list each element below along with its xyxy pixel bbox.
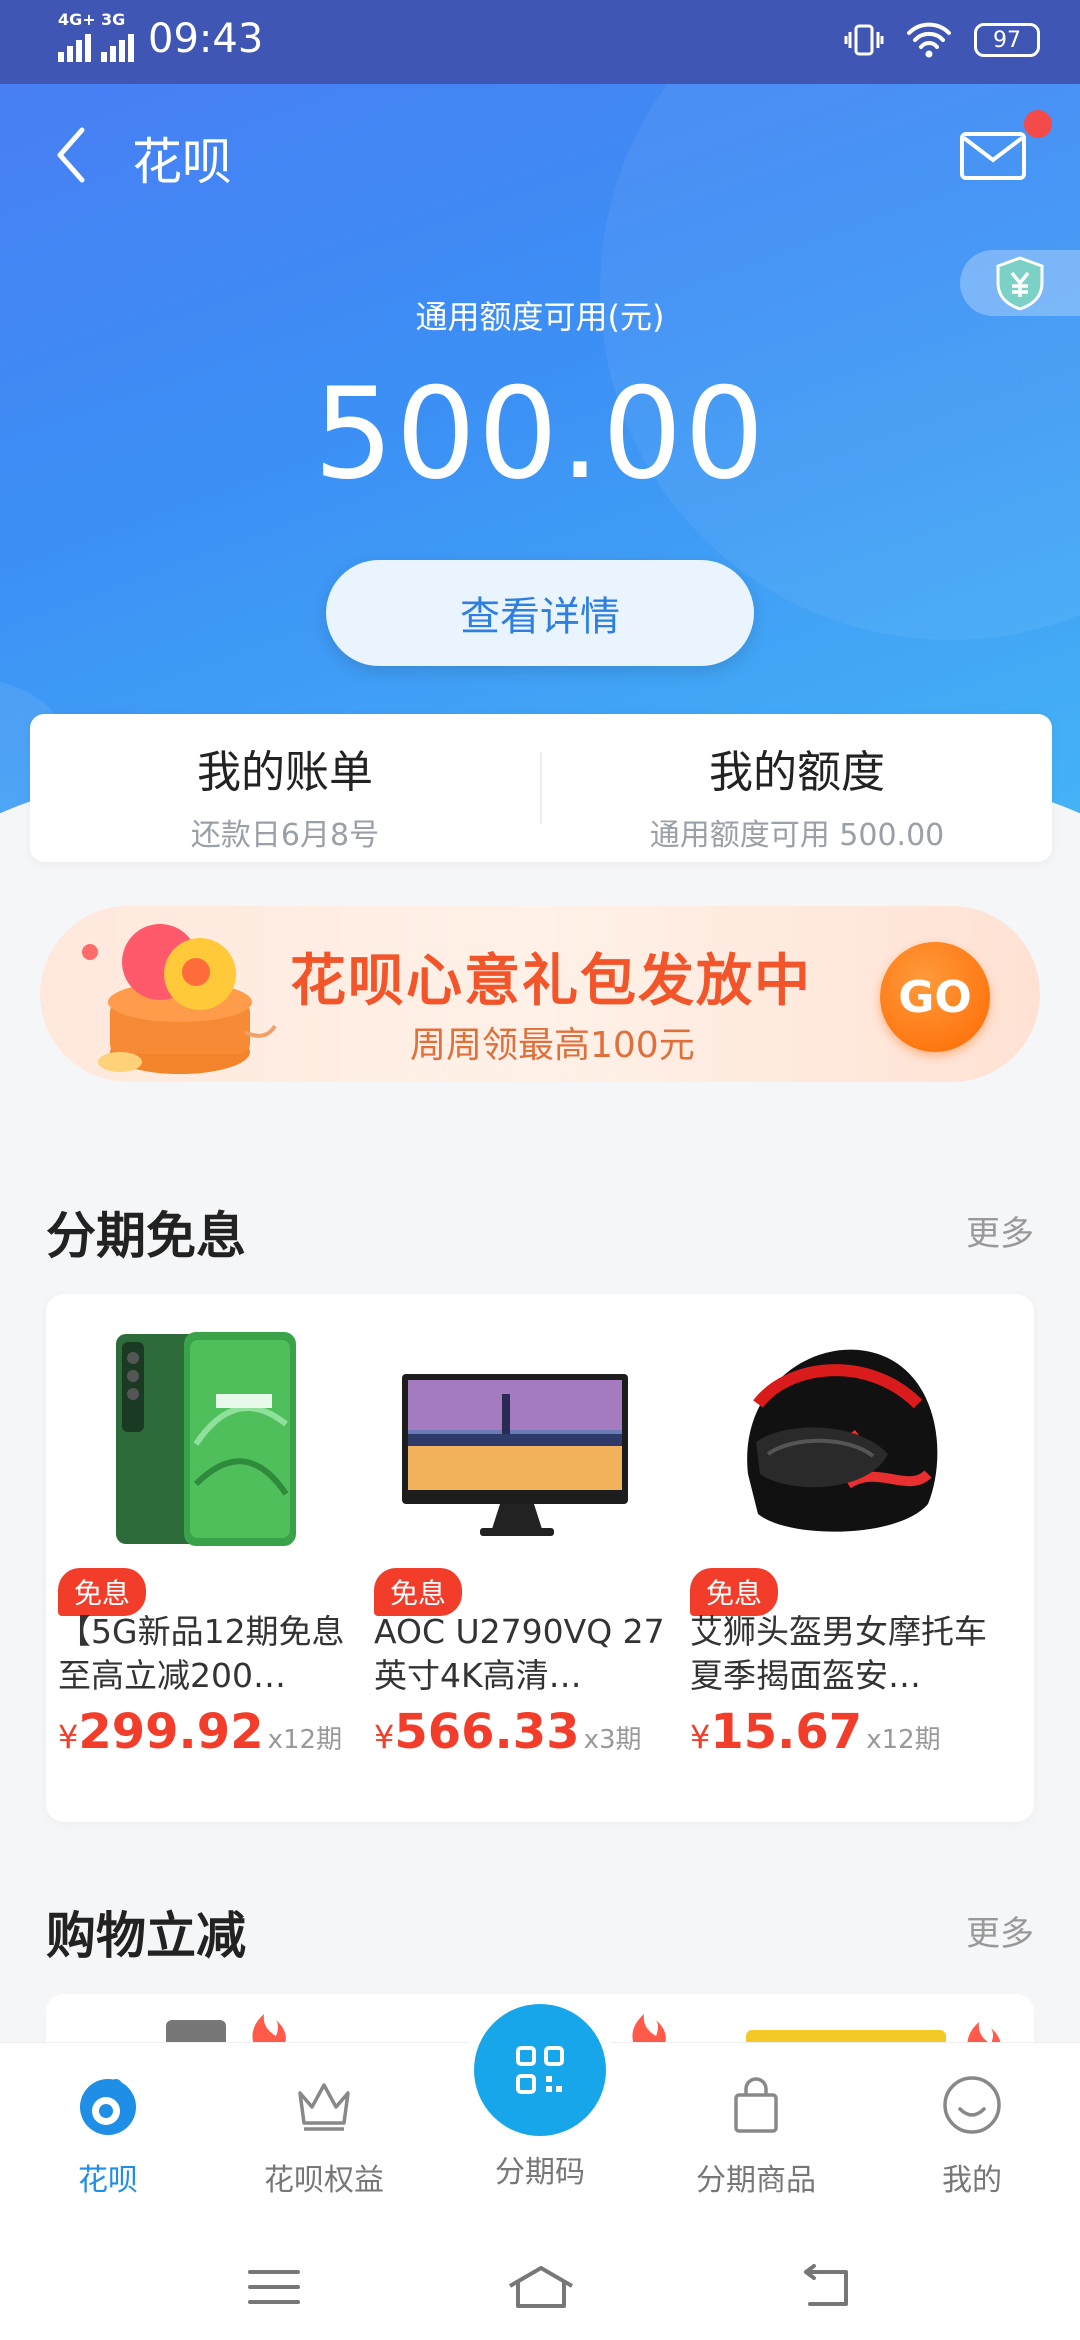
more-link-discount[interactable]: 更多 xyxy=(966,1906,1034,1955)
product-name: 艾狮头盔男女摩托车夏季揭面盔安… xyxy=(690,1612,987,1695)
monitor-image xyxy=(402,1374,628,1536)
product-card-list: 免息 【5G新品12期免息 至高立减200… ¥299.92 x12期 免息 AO… xyxy=(46,1294,1034,1822)
section-title-discount: 购物立减 xyxy=(46,1907,246,1965)
product-name: AOC U2790VQ 27英寸4K高清… xyxy=(374,1612,665,1695)
credit-label: 通用额度可用(元) xyxy=(415,298,665,336)
product-item[interactable]: 免息 艾狮头盔男女摩托车夏季揭面盔安… ¥15.67 x12期 xyxy=(678,1294,988,1822)
my-quota[interactable]: 我的额度 通用额度可用 500.00 xyxy=(542,714,1052,862)
system-navigation-bar xyxy=(0,2222,1080,2340)
gift-box-icon xyxy=(82,924,277,1074)
interest-free-badge: 免息 xyxy=(690,1568,779,1616)
top-bar: 花呗 xyxy=(0,100,1080,210)
product-price: ¥566.33 x3期 xyxy=(374,1704,642,1760)
more-link-installment[interactable]: 更多 xyxy=(966,1206,1034,1255)
my-bill[interactable]: 我的账单 还款日6月8号 xyxy=(30,714,540,862)
section-title-installment: 分期免息 xyxy=(46,1207,246,1265)
interest-free-badge: 免息 xyxy=(58,1568,147,1616)
tab-benefits[interactable]: 花呗权益 xyxy=(216,2073,432,2199)
available-amount: 500.00 xyxy=(313,360,767,507)
product-name: 【5G新品12期免息 至高立减200… xyxy=(58,1612,345,1695)
banner-title: 花呗心意礼包发放中 xyxy=(290,949,812,1014)
vibrate-icon xyxy=(844,24,884,56)
helmet-image xyxy=(747,1349,938,1532)
banner-subtitle: 周周领最高100元 xyxy=(410,1025,695,1066)
product-item[interactable]: 免息 【5G新品12期免息 至高立减200… ¥299.92 x12期 xyxy=(46,1294,356,1822)
qr-code-icon xyxy=(516,2046,564,2094)
back-nav-icon[interactable] xyxy=(796,2262,856,2312)
summary-card: 我的账单 还款日6月8号 我的额度 通用额度可用 500.00 xyxy=(30,714,1052,862)
promo-banner[interactable]: 花呗心意礼包发放中 周周领最高100元 GO xyxy=(40,906,1040,1082)
notification-dot xyxy=(1024,110,1052,138)
installment-code-button[interactable] xyxy=(474,2004,606,2136)
phone-image xyxy=(116,1332,296,1546)
interest-free-badge: 免息 xyxy=(374,1568,463,1616)
product-price: ¥15.67 x12期 xyxy=(690,1704,941,1760)
clock: 09:43 xyxy=(148,16,264,62)
signal-icon: 4G+ 3G xyxy=(58,10,134,62)
page-title: 花呗 xyxy=(132,133,232,191)
wifi-icon xyxy=(907,22,951,58)
tab-mine[interactable]: 我的 xyxy=(864,2073,1080,2199)
tab-huabei[interactable]: 花呗 xyxy=(0,2073,216,2199)
battery-icon: 97 xyxy=(974,23,1040,57)
view-details-button[interactable]: 查看详情 xyxy=(326,560,754,666)
huabei-logo-icon xyxy=(80,2079,136,2135)
crown-icon xyxy=(298,2083,350,2131)
shopping-bag-icon xyxy=(734,2077,778,2133)
mail-icon[interactable] xyxy=(958,128,1028,182)
home-icon[interactable] xyxy=(506,2262,576,2312)
menu-icon[interactable] xyxy=(244,2262,304,2312)
go-button[interactable]: GO xyxy=(880,942,990,1052)
status-bar: 4G+ 3G 09:43 97 xyxy=(0,0,1080,84)
tab-installment-goods[interactable]: 分期商品 xyxy=(648,2073,864,2199)
product-price: ¥299.92 x12期 xyxy=(58,1704,343,1760)
smiley-icon xyxy=(943,2076,1001,2134)
product-item[interactable]: 免息 AOC U2790VQ 27英寸4K高清… ¥566.33 x3期 xyxy=(362,1294,672,1822)
back-icon[interactable] xyxy=(42,120,102,190)
